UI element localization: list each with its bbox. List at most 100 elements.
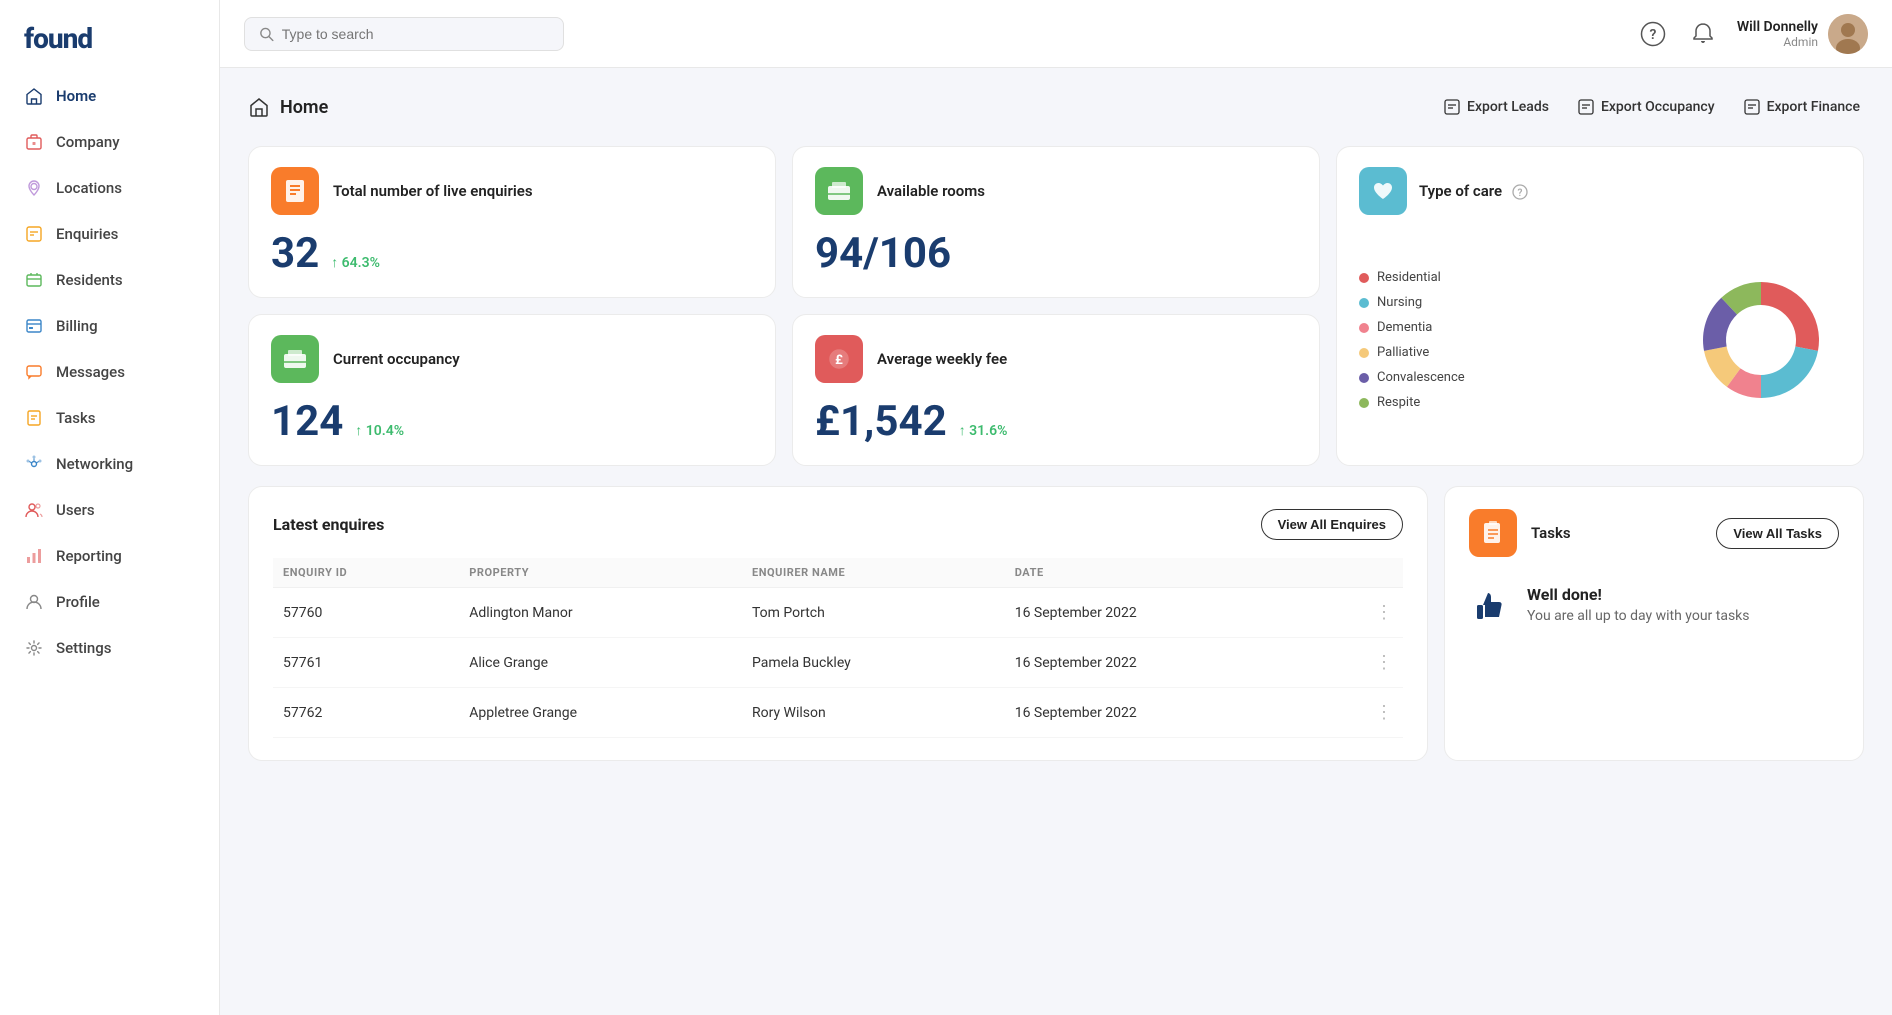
svg-text:?: ? bbox=[1649, 27, 1656, 43]
sidebar-item-label-settings: Settings bbox=[56, 639, 112, 657]
home-nav-icon bbox=[24, 86, 44, 106]
content-area: Home Export Leads bbox=[220, 68, 1892, 1015]
sidebar-item-label-users: Users bbox=[56, 501, 95, 519]
sidebar-item-label-reporting: Reporting bbox=[56, 547, 122, 565]
table-row[interactable]: 57761 Alice Grange Pamela Buckley 16 Sep… bbox=[273, 638, 1403, 688]
sidebar-item-networking[interactable]: Networking bbox=[0, 441, 219, 487]
donut-segment bbox=[1761, 282, 1819, 351]
stats-grid: Total number of live enquiries 32 ↑ 64.3… bbox=[248, 146, 1864, 466]
col-actions bbox=[1319, 558, 1403, 588]
cell-property: Appletree Grange bbox=[459, 688, 742, 738]
export-occupancy-button[interactable]: Export Occupancy bbox=[1573, 92, 1719, 122]
user-name: Will Donnelly bbox=[1737, 19, 1818, 35]
sidebar-item-locations[interactable]: Locations bbox=[0, 165, 219, 211]
row-menu-button[interactable]: ⋮ bbox=[1319, 588, 1403, 638]
type-of-care-card: Type of care ? Residential Nursing Demen… bbox=[1336, 146, 1864, 466]
cell-enquirer-name: Rory Wilson bbox=[742, 688, 1005, 738]
sidebar-item-tasks[interactable]: Tasks bbox=[0, 395, 219, 441]
sidebar-item-residents[interactable]: Residents bbox=[0, 257, 219, 303]
cell-enquiry-id: 57761 bbox=[273, 638, 459, 688]
avg-fee-header: £ Average weekly fee bbox=[815, 335, 1297, 383]
cell-date: 16 September 2022 bbox=[1005, 588, 1319, 638]
sidebar-item-users[interactable]: Users bbox=[0, 487, 219, 533]
reporting-nav-icon bbox=[24, 546, 44, 566]
sidebar-item-reporting[interactable]: Reporting bbox=[0, 533, 219, 579]
enquiries-table: Enquiry ID Property Enquirer Name Date 5… bbox=[273, 558, 1403, 738]
sidebar-item-settings[interactable]: Settings bbox=[0, 625, 219, 671]
row-menu-button[interactable]: ⋮ bbox=[1319, 638, 1403, 688]
enquiries-table-body: 57760 Adlington Manor Tom Portch 16 Sept… bbox=[273, 588, 1403, 738]
sidebar-item-company[interactable]: Company bbox=[0, 119, 219, 165]
legend-item: Palliative bbox=[1359, 345, 1465, 360]
sidebar-item-label-profile: Profile bbox=[56, 593, 100, 611]
user-menu[interactable]: Will Donnelly Admin bbox=[1737, 14, 1868, 54]
sidebar-item-billing[interactable]: Billing bbox=[0, 303, 219, 349]
legend-item: Nursing bbox=[1359, 295, 1465, 310]
settings-nav-icon bbox=[24, 638, 44, 658]
enquiries-title: Latest enquires bbox=[273, 515, 384, 534]
live-enquiries-icon bbox=[271, 167, 319, 215]
care-help-icon[interactable]: ? bbox=[1512, 184, 1528, 200]
user-text: Will Donnelly Admin bbox=[1737, 19, 1818, 49]
cell-enquirer-name: Pamela Buckley bbox=[742, 638, 1005, 688]
live-enquiries-card: Total number of live enquiries 32 ↑ 64.3… bbox=[248, 146, 776, 298]
view-all-tasks-button[interactable]: View All Tasks bbox=[1716, 518, 1839, 549]
sidebar-item-label-tasks: Tasks bbox=[56, 409, 96, 427]
legend-label: Respite bbox=[1377, 395, 1420, 410]
export-leads-button[interactable]: Export Leads bbox=[1439, 92, 1553, 122]
sidebar-item-label-networking: Networking bbox=[56, 455, 133, 473]
sidebar-item-label-company: Company bbox=[56, 133, 120, 151]
notification-icon[interactable] bbox=[1687, 18, 1719, 50]
care-legend: Residential Nursing Dementia Palliative … bbox=[1359, 270, 1465, 410]
legend-dot bbox=[1359, 373, 1369, 383]
tasks-done-text: Well done! You are all up to day with yo… bbox=[1527, 585, 1750, 624]
row-menu-button[interactable]: ⋮ bbox=[1319, 688, 1403, 738]
tasks-done-message: You are all up to day with your tasks bbox=[1527, 608, 1750, 624]
avg-fee-value-row: £1,542 ↑ 31.6% bbox=[815, 401, 1297, 443]
current-occupancy-value-row: 124 ↑ 10.4% bbox=[271, 401, 753, 443]
avg-weekly-fee-card: £ Average weekly fee £1,542 ↑ 31.6% bbox=[792, 314, 1320, 466]
cell-enquiry-id: 57760 bbox=[273, 588, 459, 638]
legend-dot bbox=[1359, 273, 1369, 283]
legend-dot bbox=[1359, 398, 1369, 408]
available-rooms-label: Available rooms bbox=[877, 182, 985, 200]
sidebar-item-home[interactable]: Home bbox=[0, 73, 219, 119]
topbar: ? Will Donnelly Admin bbox=[220, 0, 1892, 68]
page-title: Home bbox=[280, 97, 328, 118]
search-box[interactable] bbox=[244, 17, 564, 51]
legend-label: Convalescence bbox=[1377, 370, 1465, 385]
bottom-grid: Latest enquires View All Enquires Enquir… bbox=[248, 486, 1864, 761]
thumbs-up-icon bbox=[1469, 585, 1513, 638]
search-input[interactable] bbox=[282, 26, 549, 42]
avg-fee-value: £1,542 bbox=[815, 401, 947, 443]
legend-label: Residential bbox=[1377, 270, 1441, 285]
table-row[interactable]: 57762 Appletree Grange Rory Wilson 16 Se… bbox=[273, 688, 1403, 738]
live-enquiries-header: Total number of live enquiries bbox=[271, 167, 753, 215]
tasks-label: Tasks bbox=[1531, 524, 1571, 542]
legend-item: Respite bbox=[1359, 395, 1465, 410]
current-occupancy-header: Current occupancy bbox=[271, 335, 753, 383]
export-finance-button[interactable]: Export Finance bbox=[1739, 92, 1864, 122]
live-enquiries-change: ↑ 64.3% bbox=[331, 254, 380, 271]
billing-nav-icon bbox=[24, 316, 44, 336]
live-enquiries-label: Total number of live enquiries bbox=[333, 182, 533, 200]
table-row[interactable]: 57760 Adlington Manor Tom Portch 16 Sept… bbox=[273, 588, 1403, 638]
view-all-enquiries-button[interactable]: View All Enquires bbox=[1261, 509, 1403, 540]
sidebar: found Home Company Locations Enquiries bbox=[0, 0, 220, 1015]
tasks-header: Tasks bbox=[1469, 509, 1571, 557]
sidebar-item-label-home: Home bbox=[56, 87, 96, 105]
enquiries-nav-icon bbox=[24, 224, 44, 244]
sidebar-item-messages[interactable]: Messages bbox=[0, 349, 219, 395]
sidebar-item-enquiries[interactable]: Enquiries bbox=[0, 211, 219, 257]
legend-label: Nursing bbox=[1377, 295, 1422, 310]
live-enquiries-value-row: 32 ↑ 64.3% bbox=[271, 233, 753, 275]
col-date: Date bbox=[1005, 558, 1319, 588]
help-icon[interactable]: ? bbox=[1637, 18, 1669, 50]
sidebar-item-profile[interactable]: Profile bbox=[0, 579, 219, 625]
donut-segment bbox=[1761, 347, 1818, 398]
sidebar-item-label-billing: Billing bbox=[56, 317, 98, 335]
donut-chart bbox=[1681, 260, 1841, 420]
col-property: Property bbox=[459, 558, 742, 588]
available-rooms-header: Available rooms bbox=[815, 167, 1297, 215]
avg-fee-icon: £ bbox=[815, 335, 863, 383]
